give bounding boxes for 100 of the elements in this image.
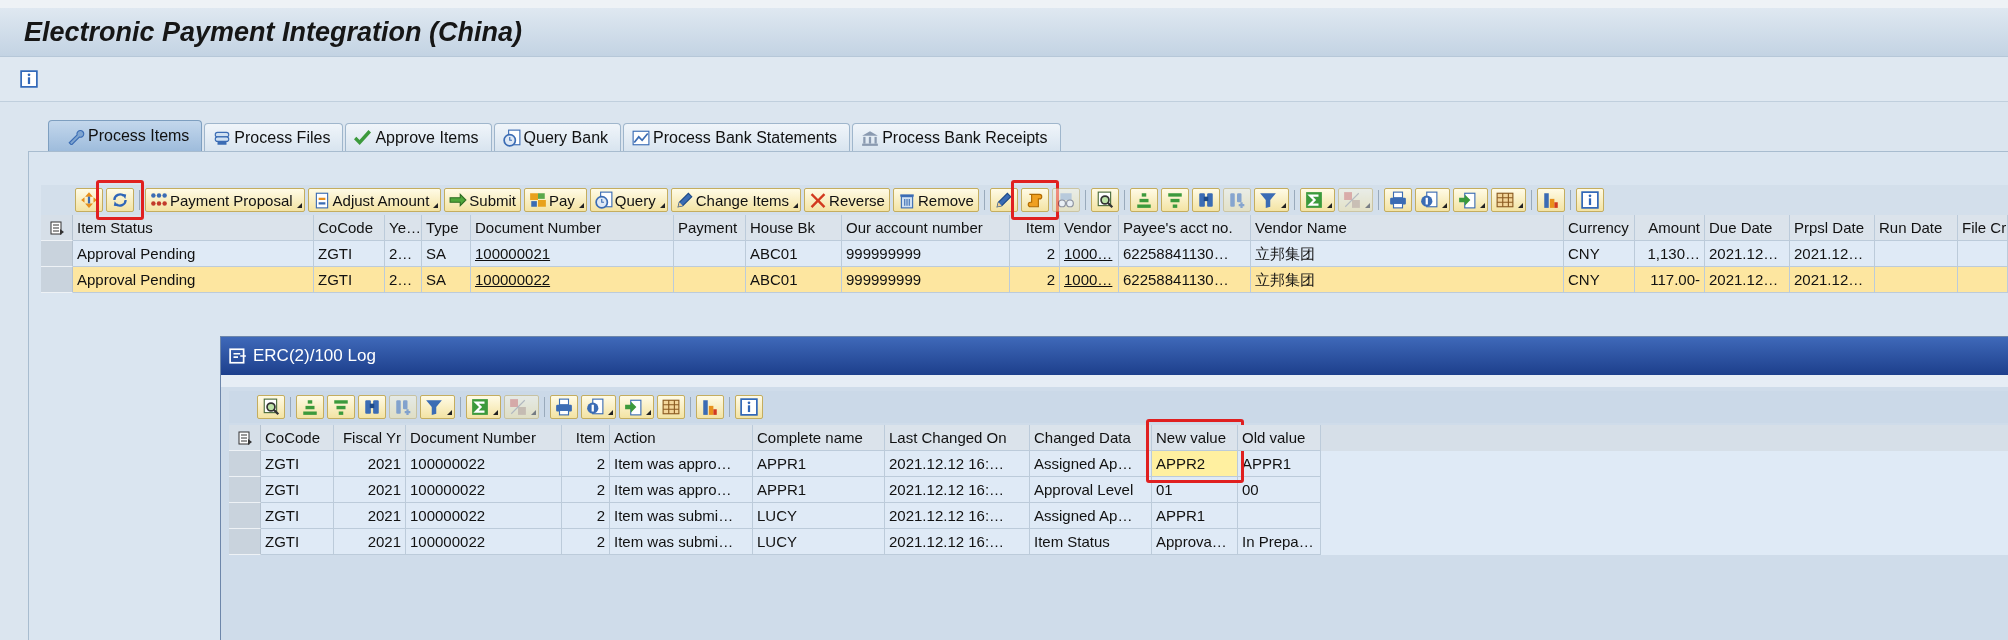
binoculars-plus-icon [1227,191,1246,209]
line-chart-icon [632,128,651,147]
column-header[interactable]: Fiscal Yr [334,425,406,451]
column-header[interactable]: Item Status [73,215,314,241]
tab[interactable]: Process Bank Receipts [852,123,1061,151]
sort-ascending-button[interactable] [1129,188,1158,212]
table-cell: Approva… [1152,529,1238,555]
info-button[interactable] [735,395,763,419]
pencil-button[interactable]: Change Items [670,188,802,212]
column-header[interactable]: House Bk [746,215,842,241]
column-header[interactable]: Changed Data [1030,425,1152,451]
scroll-button[interactable] [1020,188,1049,212]
blocks-button[interactable]: Pay [524,188,587,212]
column-header[interactable]: CoCode [314,215,385,241]
bar-chart-button[interactable] [1536,188,1565,212]
blocks-icon [529,191,547,209]
binoculars-button[interactable] [358,395,386,419]
info-icon [20,70,38,88]
sigma-icon [1304,191,1323,209]
binoculars-button[interactable] [1191,188,1220,212]
magnifier-icon [262,398,280,416]
magnifier-button[interactable] [1090,188,1119,212]
export-icon [624,398,642,416]
table-cell: 2021.12.12 16:… [885,529,1030,555]
column-header[interactable]: Ye… [385,215,422,241]
tab[interactable]: Query Bank [493,123,622,151]
sigma-button[interactable] [1299,188,1335,212]
arrow-button[interactable]: Submit [444,188,521,212]
table-cell: 2 [1010,267,1060,293]
filter-button[interactable] [420,395,455,419]
table-cell: SA [422,267,471,293]
subtotal-icon [509,398,527,416]
info-button[interactable] [20,70,38,88]
filter-icon [425,398,443,416]
column-header[interactable]: Complete name [753,425,885,451]
column-header[interactable]: Last Changed On [885,425,1030,451]
column-settings-button[interactable] [41,215,73,241]
pencil-icon [675,191,694,209]
bar-chart-icon [1541,191,1560,209]
table-cell: 117.00- [1635,267,1705,293]
dots-button[interactable]: Payment Proposal [145,188,305,212]
info-icon [1580,191,1599,209]
sort-ascending-button[interactable] [296,395,324,419]
column-header[interactable]: Run Date [1875,215,1958,241]
column-header[interactable]: Our account number [842,215,1010,241]
column-header[interactable]: Vendor [1060,215,1119,241]
document-button[interactable]: Adjust Amount [307,188,442,212]
table-cell: 2021.12… [1705,267,1790,293]
column-header[interactable]: Old value [1238,425,1321,451]
refresh-button[interactable] [106,188,134,212]
glasses-icon [1056,191,1075,209]
bar-chart-button[interactable] [696,395,724,419]
table-cell: Item Status [1030,529,1152,555]
link[interactable]: 1000… [1060,267,1119,293]
column-header[interactable]: Item [562,425,610,451]
column-settings-button[interactable] [229,425,261,451]
tab[interactable]: Process Bank Statements [623,123,851,151]
column-header[interactable]: Document Number [471,215,674,241]
column-header[interactable]: Payee's acct no. [1119,215,1251,241]
trash-button[interactable]: Remove [892,188,979,212]
sigma-button[interactable] [466,395,501,419]
table-cell: CNY [1564,267,1635,293]
link[interactable]: 100000022 [471,267,674,293]
column-header[interactable]: Action [610,425,753,451]
tab[interactable]: Approve Items [345,123,492,151]
grid-button[interactable] [1490,188,1526,212]
document-view-button[interactable] [1414,188,1450,212]
arrows-button[interactable] [75,188,103,212]
document-view-icon [1419,191,1438,209]
info-button[interactable] [1575,188,1604,212]
column-header[interactable]: File Cr [1958,215,2008,241]
column-header[interactable]: Prpsl Date [1790,215,1875,241]
column-header[interactable]: Type [422,215,471,241]
tab[interactable]: Process Files [204,123,344,151]
table-cell: 立邦集团 [1251,267,1564,293]
arrow-icon [449,191,468,209]
column-header[interactable]: New value [1152,425,1238,451]
column-header[interactable]: CoCode [261,425,334,451]
document-view-button[interactable] [581,395,616,419]
column-header[interactable]: Document Number [406,425,562,451]
column-header[interactable]: Currency [1564,215,1635,241]
table-cell: 999999999 [842,267,1010,293]
export-button[interactable] [619,395,654,419]
tab[interactable]: Process Items [48,120,203,151]
printer-button[interactable] [1383,188,1412,212]
column-header[interactable]: Due Date [1705,215,1790,241]
column-header[interactable]: Vendor Name [1251,215,1564,241]
export-button[interactable] [1452,188,1488,212]
printer-button[interactable] [550,395,578,419]
document-clock-button[interactable]: Query [589,188,668,212]
magnifier-button[interactable] [257,395,285,419]
cross-button[interactable]: Reverse [804,188,890,212]
column-header[interactable]: Amount [1635,215,1705,241]
grid-button[interactable] [657,395,685,419]
bar-chart-icon [701,398,719,416]
cross-icon [809,191,828,209]
table-cell: Approval Pending [73,267,314,293]
filter-button[interactable] [1253,188,1289,212]
table-cell: ABC01 [746,267,842,293]
column-header[interactable]: Payment [674,215,746,241]
